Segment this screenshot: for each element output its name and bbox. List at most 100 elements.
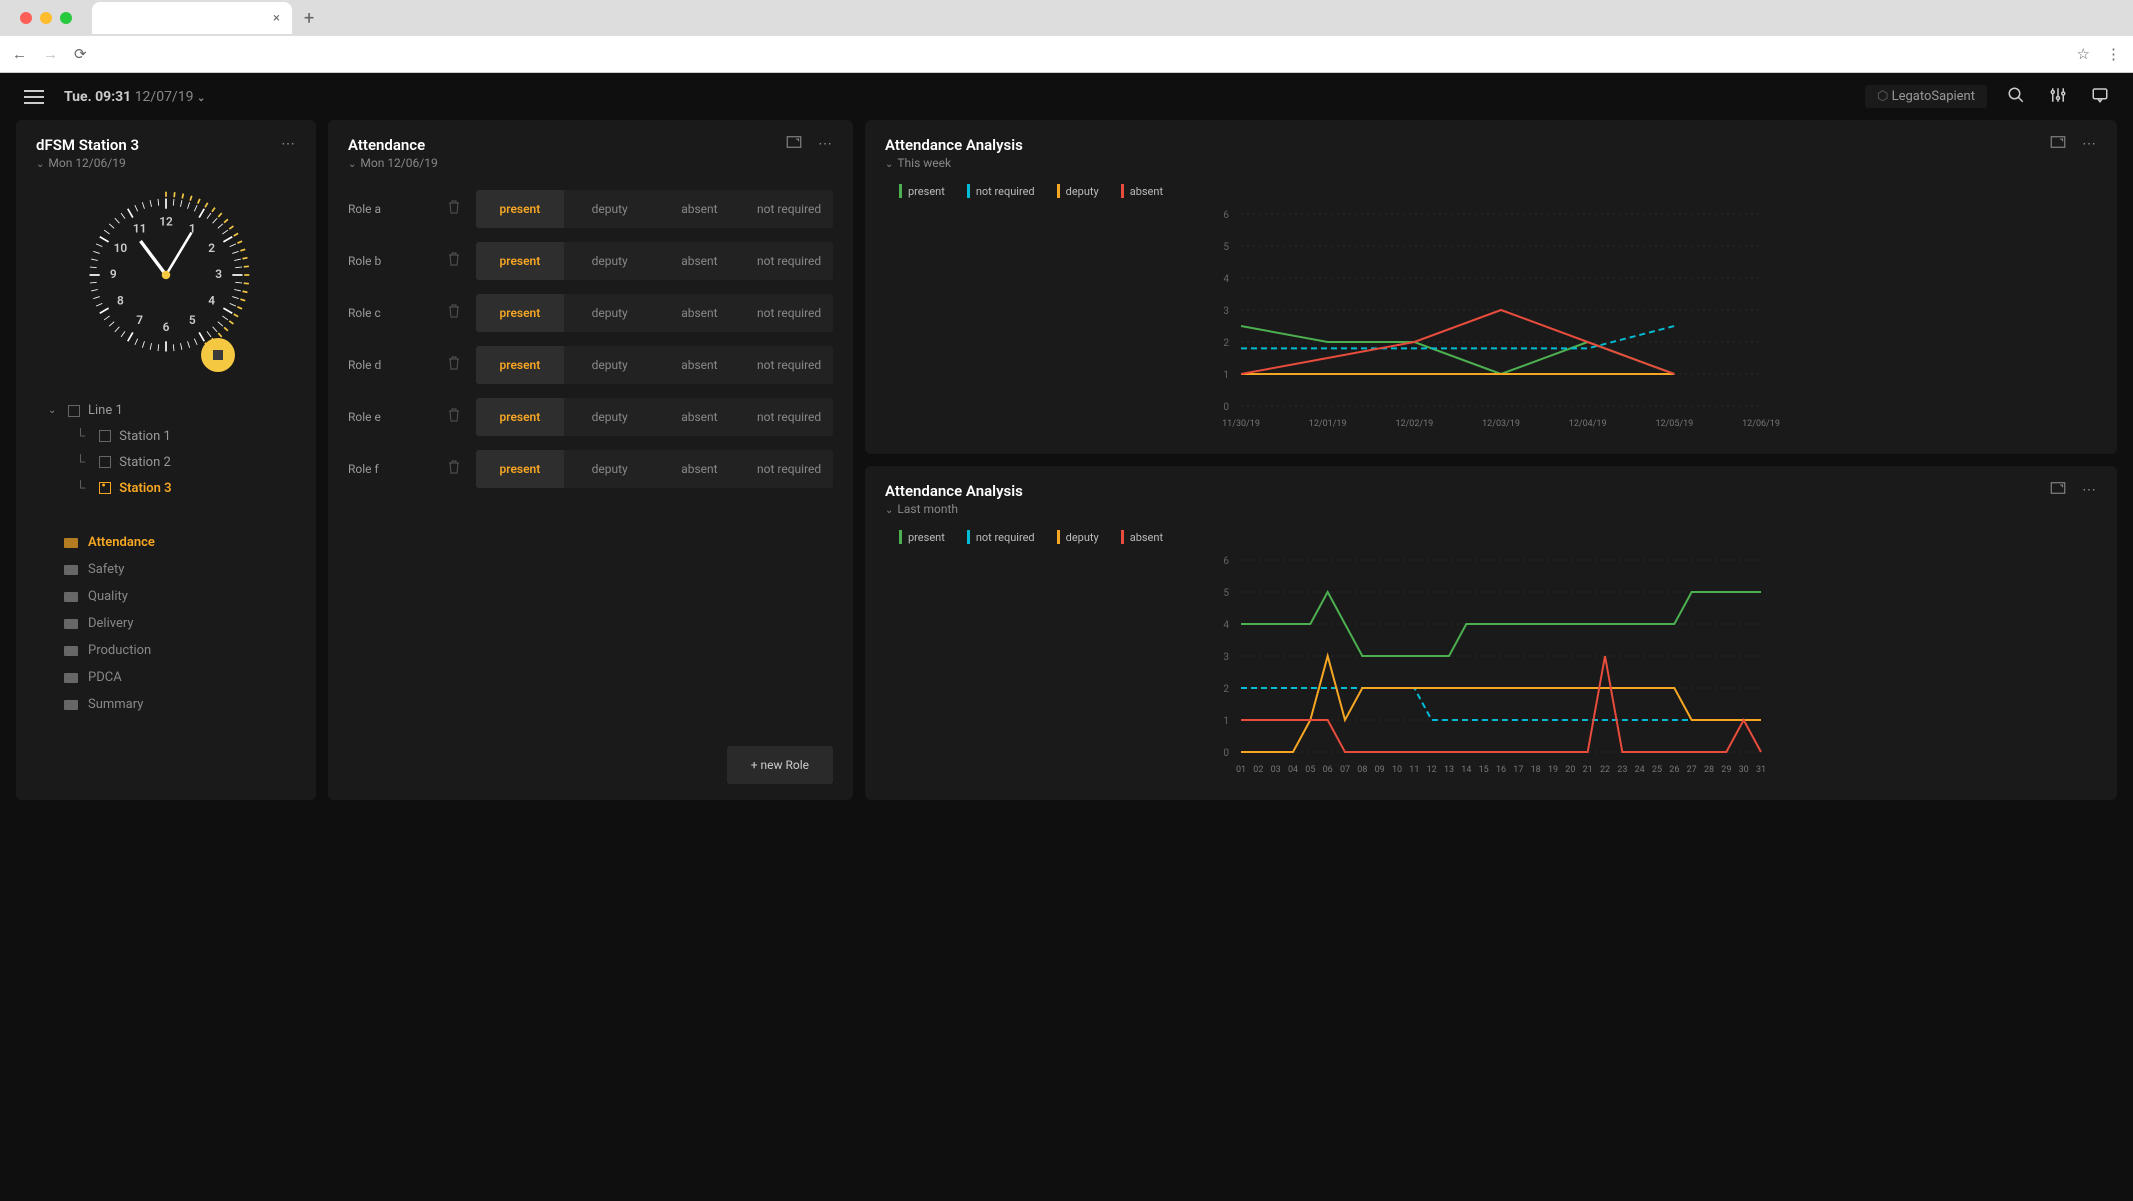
status-group: presentdeputyabsentnot required <box>476 294 833 332</box>
status-deputy[interactable]: deputy <box>566 346 654 384</box>
role-name: Role e <box>348 410 432 424</box>
status-not-required[interactable]: not required <box>745 398 833 436</box>
role-row: Role b presentdeputyabsentnot required <box>348 242 833 280</box>
svg-text:4: 4 <box>208 293 215 307</box>
panel-subtitle[interactable]: This week <box>885 156 2050 170</box>
svg-text:5: 5 <box>189 313 196 327</box>
legend-deputy: deputy <box>1057 530 1099 544</box>
tab-close-icon[interactable]: × <box>273 11 280 26</box>
window-controls[interactable] <box>8 12 84 24</box>
new-role-button[interactable]: + new Role <box>727 746 833 784</box>
delete-icon[interactable] <box>444 356 464 374</box>
stop-button[interactable] <box>201 338 235 372</box>
svg-text:1: 1 <box>1223 370 1229 381</box>
delete-icon[interactable] <box>444 252 464 270</box>
back-button[interactable]: ← <box>12 45 27 63</box>
svg-text:24: 24 <box>1635 765 1645 775</box>
expand-icon[interactable] <box>2050 482 2066 498</box>
nav-label: Safety <box>88 562 124 577</box>
svg-text:3: 3 <box>215 267 222 281</box>
svg-text:2: 2 <box>1223 684 1229 695</box>
delete-icon[interactable] <box>444 460 464 478</box>
tree-item-station[interactable]: └Station 3 <box>48 475 296 501</box>
menu-button[interactable] <box>24 90 44 104</box>
maximize-icon[interactable] <box>60 12 72 24</box>
minimize-icon[interactable] <box>40 12 52 24</box>
legend-notrequired: not required <box>967 184 1035 198</box>
status-not-required[interactable]: not required <box>745 450 833 488</box>
panel-menu-icon[interactable] <box>281 136 296 152</box>
delete-icon[interactable] <box>444 304 464 322</box>
nav-item-quality[interactable]: Quality <box>64 583 296 610</box>
forward-button[interactable]: → <box>43 45 58 63</box>
status-absent[interactable]: absent <box>656 450 744 488</box>
nav-item-production[interactable]: Production <box>64 637 296 664</box>
status-absent[interactable]: absent <box>656 346 744 384</box>
settings-icon[interactable] <box>2049 86 2067 108</box>
search-icon[interactable] <box>2007 86 2025 108</box>
expand-icon[interactable] <box>786 136 802 152</box>
panel-menu-icon[interactable] <box>2082 136 2097 152</box>
tree-item-station[interactable]: └Station 2 <box>48 449 296 475</box>
browser-tab[interactable]: × <box>92 2 292 34</box>
status-deputy[interactable]: deputy <box>566 242 654 280</box>
status-present[interactable]: present <box>476 190 564 228</box>
svg-text:23: 23 <box>1617 765 1627 775</box>
status-absent[interactable]: absent <box>656 190 744 228</box>
clock-widget: 123456789101112 <box>36 170 296 390</box>
nav-item-delivery[interactable]: Delivery <box>64 610 296 637</box>
tree-label: Line 1 <box>88 403 123 418</box>
status-deputy[interactable]: deputy <box>566 450 654 488</box>
new-tab-button[interactable]: + <box>292 8 326 29</box>
panel-subtitle[interactable]: Last month <box>885 502 2050 516</box>
chat-icon[interactable] <box>2091 86 2109 108</box>
role-name: Role c <box>348 306 432 320</box>
svg-text:21: 21 <box>1583 765 1593 775</box>
status-not-required[interactable]: not required <box>745 190 833 228</box>
browser-chrome: × + ← → ⟳ ☆ ⋮ <box>0 0 2133 73</box>
status-present[interactable]: present <box>476 398 564 436</box>
svg-text:04: 04 <box>1288 765 1298 775</box>
browser-menu-icon[interactable]: ⋮ <box>2106 45 2121 63</box>
nav-icon <box>64 673 78 683</box>
status-absent[interactable]: absent <box>656 294 744 332</box>
delete-icon[interactable] <box>444 408 464 426</box>
nav-item-summary[interactable]: Summary <box>64 691 296 718</box>
svg-text:6: 6 <box>163 320 170 334</box>
status-not-required[interactable]: not required <box>745 346 833 384</box>
svg-text:09: 09 <box>1375 765 1385 775</box>
svg-text:12/01/19: 12/01/19 <box>1309 419 1347 429</box>
sidebar-title: dFSM Station 3 <box>36 136 281 154</box>
status-deputy[interactable]: deputy <box>566 294 654 332</box>
status-not-required[interactable]: not required <box>745 294 833 332</box>
header-datetime[interactable]: Tue. 09:31 12/07/19 ⌄ <box>64 89 205 105</box>
svg-text:22: 22 <box>1600 765 1610 775</box>
status-present[interactable]: present <box>476 294 564 332</box>
tree-item-station[interactable]: └Station 1 <box>48 423 296 449</box>
status-present[interactable]: present <box>476 450 564 488</box>
reload-button[interactable]: ⟳ <box>74 45 87 63</box>
status-present[interactable]: present <box>476 346 564 384</box>
status-not-required[interactable]: not required <box>745 242 833 280</box>
attendance-panel: Attendance Mon 12/06/19 Role a presentde… <box>328 120 853 800</box>
nav-item-pdca[interactable]: PDCA <box>64 664 296 691</box>
tree-item-line[interactable]: ⌄ Line 1 <box>48 398 296 423</box>
panel-menu-icon[interactable] <box>2082 482 2097 498</box>
status-deputy[interactable]: deputy <box>566 398 654 436</box>
tree-label: Station 1 <box>119 429 171 444</box>
delete-icon[interactable] <box>444 200 464 218</box>
tree-label: Station 3 <box>119 481 171 496</box>
sidebar-subtitle[interactable]: Mon 12/06/19 <box>36 156 281 170</box>
expand-icon[interactable] <box>2050 136 2066 152</box>
status-present[interactable]: present <box>476 242 564 280</box>
close-icon[interactable] <box>20 12 32 24</box>
status-deputy[interactable]: deputy <box>566 190 654 228</box>
bookmark-icon[interactable]: ☆ <box>2077 45 2090 63</box>
status-absent[interactable]: absent <box>656 242 744 280</box>
attendance-subtitle[interactable]: Mon 12/06/19 <box>348 156 786 170</box>
nav-item-safety[interactable]: Safety <box>64 556 296 583</box>
panel-menu-icon[interactable] <box>818 136 833 152</box>
svg-text:13: 13 <box>1444 765 1454 775</box>
status-absent[interactable]: absent <box>656 398 744 436</box>
nav-item-attendance[interactable]: Attendance <box>64 529 296 556</box>
